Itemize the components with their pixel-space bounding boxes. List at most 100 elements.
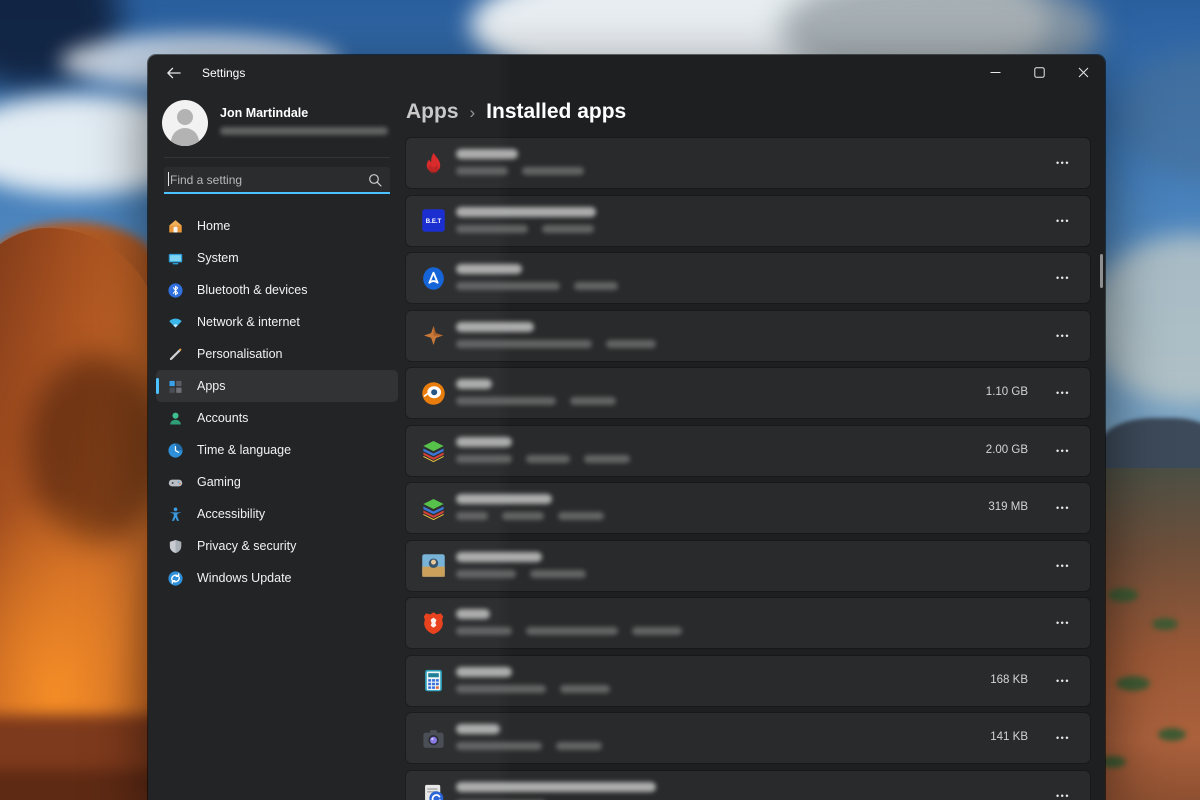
sidebar-item-label: Home: [197, 219, 230, 233]
redacted-app-meta: [574, 282, 618, 290]
maximize-icon: [1034, 67, 1045, 78]
sidebar-item-time-language[interactable]: Time & language: [156, 434, 398, 466]
wallpaper-shrub: [1152, 618, 1178, 630]
sidebar-item-label: Gaming: [197, 475, 241, 489]
app-row-8: •••: [406, 541, 1090, 591]
app-row-5: 1.10 GB •••: [406, 368, 1090, 418]
update-icon: [166, 569, 184, 587]
redacted-app-details: [456, 282, 618, 290]
sidebar-item-label: Network & internet: [197, 315, 300, 329]
redacted-app-meta: [606, 340, 656, 348]
sidebar-item-windows-update[interactable]: Windows Update: [156, 562, 398, 594]
time-icon: [166, 441, 184, 459]
redacted-app-name: [456, 667, 512, 677]
wallpaper-desert-floor: [1098, 468, 1200, 800]
app-row-11: 141 KB •••: [406, 713, 1090, 763]
chevron-right-icon: ›: [470, 103, 476, 123]
more-options-button[interactable]: •••: [1048, 668, 1078, 694]
account-profile[interactable]: Jon Martindale: [162, 100, 392, 146]
redacted-app-meta: [456, 225, 528, 233]
redacted-app-meta: [526, 455, 570, 463]
more-options-button[interactable]: •••: [1048, 610, 1078, 636]
redacted-app-name: [456, 149, 518, 159]
redacted-app-meta: [560, 685, 610, 693]
bet-app-icon: B.E.T: [419, 207, 447, 235]
breadcrumb-apps[interactable]: Apps: [406, 100, 459, 124]
sidebar-item-label: Personalisation: [197, 347, 282, 361]
privacy-icon: [166, 537, 184, 555]
home-icon: [166, 217, 184, 235]
sidebar-item-label: System: [197, 251, 239, 265]
redacted-app-meta: [530, 570, 586, 578]
redacted-app-name: [456, 437, 512, 447]
redacted-app-meta: [456, 340, 592, 348]
maximize-button[interactable]: [1017, 55, 1061, 89]
bluetooth-icon: [166, 281, 184, 299]
sidebar-item-bluetooth-devices[interactable]: Bluetooth & devices: [156, 274, 398, 306]
redacted-app-meta: [456, 282, 560, 290]
app-size: 319 MB: [988, 501, 1028, 513]
sidebar-item-system[interactable]: System: [156, 242, 398, 274]
app-row-6: 2.00 GB •••: [406, 426, 1090, 476]
redacted-app-name: [456, 379, 492, 389]
scrollbar-thumb[interactable]: [1100, 254, 1103, 288]
accounts-icon: [166, 409, 184, 427]
account-email-redacted: [220, 127, 388, 135]
sidebar-item-personalisation[interactable]: Personalisation: [156, 338, 398, 370]
redacted-app-meta: [456, 397, 556, 405]
redacted-app-meta: [502, 512, 544, 520]
more-options-button[interactable]: •••: [1048, 438, 1078, 464]
sidebar-item-gaming[interactable]: Gaming: [156, 466, 398, 498]
sidebar-item-apps[interactable]: Apps: [156, 370, 398, 402]
sidebar-item-privacy-security[interactable]: Privacy & security: [156, 530, 398, 562]
camera-app-icon: [419, 724, 447, 752]
text-caret: [168, 172, 169, 186]
sidebar-item-network-internet[interactable]: Network & internet: [156, 306, 398, 338]
redacted-app-name: [456, 322, 534, 332]
more-options-button[interactable]: •••: [1048, 323, 1078, 349]
redacted-app-details: [456, 570, 586, 578]
window-controls: [973, 55, 1105, 91]
more-options-button[interactable]: •••: [1048, 150, 1078, 176]
close-button[interactable]: [1061, 55, 1105, 89]
main-content: Apps › Installed apps ••• B.E.T ••• ••• …: [406, 91, 1105, 800]
minimize-button[interactable]: [973, 55, 1017, 89]
search-input[interactable]: [164, 173, 368, 187]
minimize-icon: [990, 67, 1001, 78]
avatar: [162, 100, 208, 146]
more-options-button[interactable]: •••: [1048, 208, 1078, 234]
more-options-button[interactable]: •••: [1048, 783, 1078, 800]
redacted-app-meta: [456, 627, 512, 635]
more-options-button[interactable]: •••: [1048, 725, 1078, 751]
sidebar-divider: [164, 157, 390, 158]
redacted-app-meta: [556, 742, 602, 750]
photo-app-icon: [419, 552, 447, 580]
more-options-button[interactable]: •••: [1048, 495, 1078, 521]
blender-app-icon: [419, 379, 447, 407]
network-icon: [166, 313, 184, 331]
more-options-button[interactable]: •••: [1048, 553, 1078, 579]
apps-list: ••• B.E.T ••• ••• ••• 1.10 GB ••• 2.00 G…: [406, 138, 1090, 800]
redacted-app-name: [456, 724, 500, 734]
redacted-app-name: [456, 609, 490, 619]
redacted-app-meta: [522, 167, 584, 175]
more-options-button[interactable]: •••: [1048, 265, 1078, 291]
sidebar-item-accounts[interactable]: Accounts: [156, 402, 398, 434]
app-row-1: •••: [406, 138, 1090, 188]
sidebar-item-accessibility[interactable]: Accessibility: [156, 498, 398, 530]
sidebar-item-label: Accessibility: [197, 507, 265, 521]
sidebar-nav: Home System Bluetooth & devices Network …: [156, 210, 398, 594]
redacted-app-details: [456, 512, 604, 520]
close-icon: [1078, 67, 1089, 78]
back-button[interactable]: [158, 60, 188, 86]
redacted-app-details: [456, 225, 594, 233]
search-icon[interactable]: [368, 173, 382, 187]
wallpaper-shrub: [1116, 676, 1150, 691]
calculator-app-icon: [419, 667, 447, 695]
redacted-app-meta: [570, 397, 616, 405]
sidebar-item-home[interactable]: Home: [156, 210, 398, 242]
more-options-button[interactable]: •••: [1048, 380, 1078, 406]
redacted-app-details: [456, 742, 602, 750]
sidebar-item-label: Bluetooth & devices: [197, 283, 308, 297]
wallpaper-shrub: [1108, 588, 1138, 602]
